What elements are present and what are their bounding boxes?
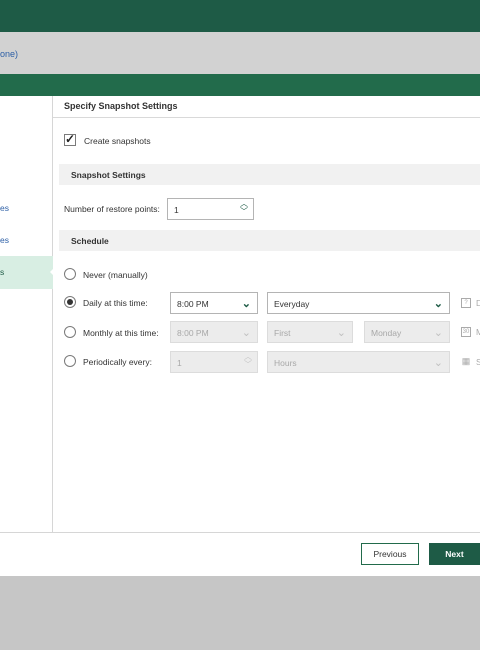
chevron-down-icon: ⌄	[241, 298, 251, 310]
breadcrumb[interactable]: one)	[0, 49, 18, 59]
calendar-icon[interactable]: ?	[461, 298, 471, 308]
periodic-value: 1	[177, 358, 182, 368]
app-top-bar	[0, 0, 480, 32]
daily-time-value: 8:00 PM	[177, 299, 209, 309]
periodic-radio[interactable]	[64, 355, 76, 367]
page-title: Specify Snapshot Settings	[64, 101, 178, 111]
never-label[interactable]: Never (manually)	[83, 270, 148, 280]
chevron-down-icon: ⌄	[433, 298, 443, 310]
create-snapshots-checkbox[interactable]: ✓	[64, 132, 76, 146]
chevron-down-icon: ⌄	[433, 327, 443, 339]
title-divider	[53, 117, 480, 118]
chevron-down-icon: ⌄	[433, 357, 443, 369]
monthly-day-select[interactable]: Monday ⌄	[364, 321, 450, 343]
daily-label[interactable]: Daily at this time:	[83, 298, 148, 308]
spin-arrows-icon[interactable]: ︿ ﹀	[240, 200, 248, 216]
wizard-step-link[interactable]: es	[0, 203, 52, 215]
periodic-value-stepper[interactable]: 1 ︿ ﹀	[170, 351, 258, 373]
monthly-label[interactable]: Monthly at this time:	[83, 328, 159, 338]
daily-radio[interactable]	[64, 296, 76, 308]
daily-frequency-value: Everyday	[274, 299, 310, 309]
periodic-schedule-link[interactable]: S	[476, 357, 480, 367]
monthly-months-link[interactable]: M	[476, 327, 480, 337]
periodic-unit-select[interactable]: Hours ⌄	[267, 351, 450, 373]
snapshot-settings-heading-text: Snapshot Settings	[71, 170, 146, 180]
footer-divider	[0, 532, 480, 533]
previous-button[interactable]: Previous	[361, 543, 419, 565]
monthly-time-value: 8:00 PM	[177, 328, 209, 338]
daily-days-link[interactable]: D	[476, 298, 480, 308]
schedule-heading: Schedule	[59, 230, 480, 251]
schedule-heading-text: Schedule	[71, 236, 109, 246]
chevron-down-icon: ⌄	[336, 327, 346, 339]
create-snapshots-label[interactable]: Create snapshots	[84, 136, 151, 146]
checkmark-icon: ✓	[65, 132, 76, 146]
spin-arrows-icon[interactable]: ︿ ﹀	[244, 353, 252, 369]
wizard-header	[0, 74, 480, 96]
monthly-time-select[interactable]: 8:00 PM ⌄	[170, 321, 258, 343]
daily-frequency-select[interactable]: Everyday ⌄	[267, 292, 450, 314]
calendar-icon[interactable]: 30	[461, 327, 471, 337]
breadcrumb-bar	[0, 32, 480, 74]
wizard-step-link[interactable]: es	[0, 235, 52, 247]
never-radio[interactable]	[64, 268, 76, 280]
restore-points-stepper[interactable]: 1 ︿ ﹀	[167, 198, 254, 220]
monthly-week-select[interactable]: First ⌄	[267, 321, 353, 343]
restore-points-value: 1	[174, 205, 179, 215]
active-step-pointer	[50, 267, 55, 277]
schedule-grid-icon[interactable]: ▦	[461, 357, 471, 367]
snapshot-settings-heading: Snapshot Settings	[59, 164, 480, 185]
wizard-step-active[interactable]	[0, 256, 53, 289]
restore-points-label: Number of restore points:	[64, 204, 160, 214]
wizard-step-active-label: s	[0, 267, 5, 277]
periodic-unit-value: Hours	[274, 358, 297, 368]
monthly-day-value: Monday	[371, 328, 402, 338]
wizard-step-nav	[0, 96, 53, 532]
chevron-down-icon: ⌄	[241, 327, 251, 339]
monthly-radio[interactable]	[64, 326, 76, 338]
periodic-label[interactable]: Periodically every:	[83, 357, 152, 367]
monthly-week-value: First	[274, 328, 291, 338]
next-button[interactable]: Next	[429, 543, 480, 565]
daily-time-select[interactable]: 8:00 PM ⌄	[170, 292, 258, 314]
